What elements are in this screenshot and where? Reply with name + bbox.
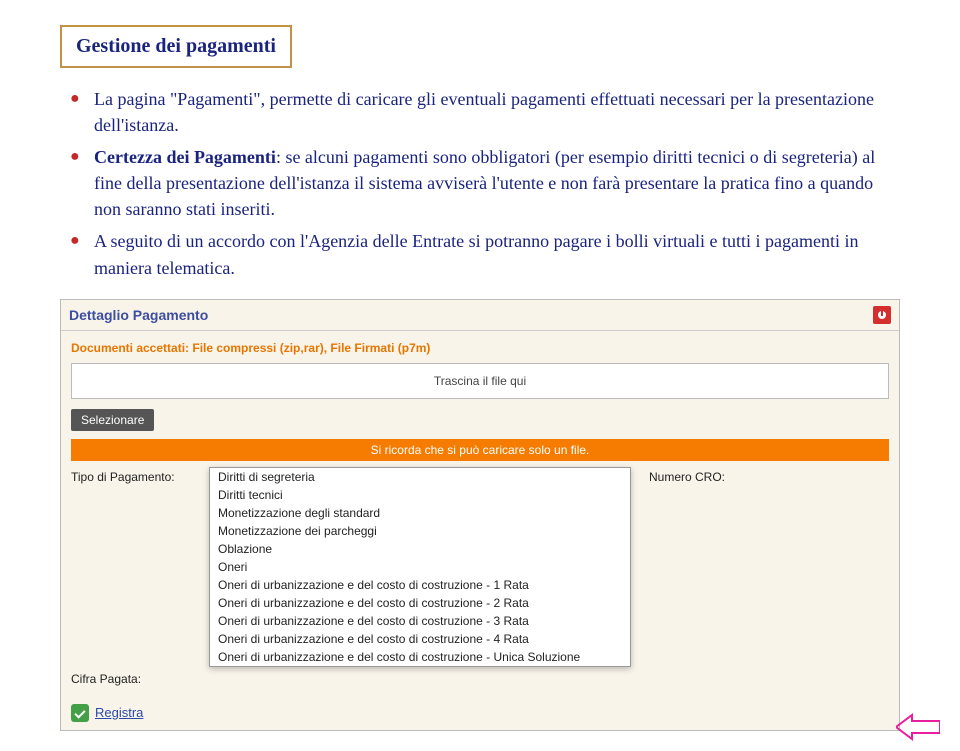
dropdown-option[interactable]: Oneri di urbanizzazione e del costo di c… (210, 630, 630, 648)
dropzone-text: Trascina il file qui (434, 374, 526, 388)
dropdown-option[interactable]: Oblazione (210, 540, 630, 558)
bullet-text: La pagina "Pagamenti", permette di caric… (94, 89, 874, 135)
dropdown-option[interactable]: Diritti di segreteria (210, 468, 630, 486)
bullet-bold: Certezza dei Pagamenti (94, 147, 276, 167)
dropdown-option[interactable]: Diritti tecnici (210, 486, 630, 504)
bullet-item: Certezza dei Pagamenti: se alcuni pagame… (94, 144, 900, 222)
cifra-row: Cifra Pagata: (71, 669, 889, 686)
panel-body: Documenti accettati: File compressi (zip… (61, 331, 899, 730)
numero-cro-label: Numero CRO: (649, 467, 725, 484)
dropdown-option[interactable]: Oneri di urbanizzazione e del costo di c… (210, 648, 630, 666)
payment-panel: Dettaglio Pagamento Documenti accettati:… (60, 299, 900, 731)
check-icon (71, 704, 89, 722)
bullet-item: A seguito di un accordo con l'Agenzia de… (94, 228, 900, 280)
tipo-label: Tipo di Pagamento: (71, 467, 201, 484)
registra-row: Registra (71, 704, 889, 722)
select-file-button[interactable]: Selezionare (71, 409, 154, 431)
section-title-box: Gestione dei pagamenti (60, 25, 292, 68)
dropdown-option[interactable]: Oneri di urbanizzazione e del costo di c… (210, 576, 630, 594)
notice-bar: Si ricorda che si può caricare solo un f… (71, 439, 889, 461)
file-dropzone[interactable]: Trascina il file qui (71, 363, 889, 399)
registra-link[interactable]: Registra (95, 705, 143, 720)
close-icon[interactable] (873, 306, 891, 324)
cifra-label: Cifra Pagata: (71, 669, 201, 686)
dropdown-option[interactable]: Oneri di urbanizzazione e del costo di c… (210, 594, 630, 612)
accepted-docs-label: Documenti accettati: File compressi (zip… (71, 341, 889, 355)
dropdown-option[interactable]: Monetizzazione degli standard (210, 504, 630, 522)
dropdown-option[interactable]: Oneri (210, 558, 630, 576)
section-title: Gestione dei pagamenti (76, 35, 276, 57)
bullet-text: A seguito di un accordo con l'Agenzia de… (94, 231, 859, 277)
dropdown-option[interactable]: Oneri di urbanizzazione e del costo di c… (210, 612, 630, 630)
back-arrow-icon[interactable] (896, 713, 940, 741)
panel-title: Dettaglio Pagamento (69, 307, 208, 323)
dropdown-option[interactable]: Monetizzazione dei parcheggi (210, 522, 630, 540)
tipo-row: Tipo di Pagamento: Diritti di segreteria… (71, 467, 889, 667)
notice-text: Si ricorda che si può caricare solo un f… (371, 443, 590, 457)
panel-header: Dettaglio Pagamento (61, 300, 899, 331)
bullet-list: La pagina "Pagamenti", permette di caric… (60, 86, 900, 281)
document-page: Gestione dei pagamenti La pagina "Pagame… (0, 0, 960, 751)
tipo-pagamento-dropdown[interactable]: Diritti di segreteria Diritti tecnici Mo… (209, 467, 631, 667)
select-file-label: Selezionare (81, 413, 144, 427)
bullet-item: La pagina "Pagamenti", permette di caric… (94, 86, 900, 138)
